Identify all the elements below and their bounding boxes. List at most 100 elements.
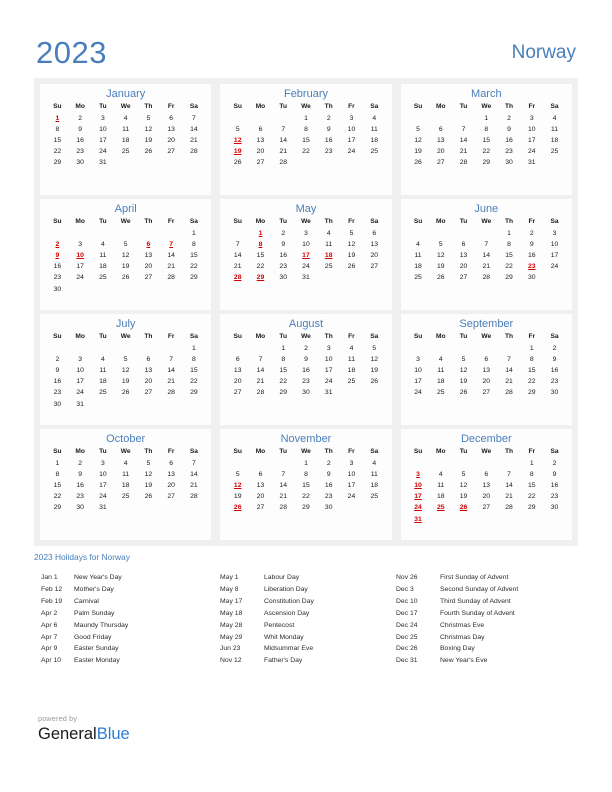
day-cell[interactable]: 1 [520,458,543,469]
day-cell[interactable]: 18 [543,135,566,146]
day-cell[interactable]: 15 [295,135,318,146]
day-cell[interactable]: 21 [272,146,295,157]
day-cell-holiday[interactable]: 26 [452,502,475,513]
day-cell[interactable]: 15 [249,250,272,261]
day-cell[interactable]: 31 [295,272,318,283]
day-cell[interactable]: 12 [137,469,160,480]
day-cell[interactable]: 9 [295,354,318,365]
day-cell[interactable]: 7 [272,469,295,480]
day-cell[interactable]: 8 [183,354,206,365]
day-cell[interactable]: 28 [160,272,183,283]
day-cell[interactable]: 20 [249,146,272,157]
day-cell[interactable]: 27 [475,387,498,398]
day-cell[interactable]: 30 [46,284,69,295]
day-cell[interactable]: 16 [498,135,521,146]
day-cell[interactable]: 13 [475,480,498,491]
day-cell[interactable]: 14 [272,480,295,491]
day-cell[interactable]: 11 [543,124,566,135]
day-cell[interactable]: 11 [340,354,363,365]
day-cell[interactable]: 18 [429,491,452,502]
day-cell[interactable]: 20 [160,480,183,491]
day-cell-holiday[interactable]: 18 [317,250,340,261]
day-cell[interactable]: 30 [317,502,340,513]
day-cell[interactable]: 10 [317,354,340,365]
day-cell[interactable]: 22 [46,491,69,502]
day-cell[interactable]: 16 [520,250,543,261]
day-cell[interactable]: 29 [520,387,543,398]
day-cell[interactable]: 21 [475,261,498,272]
day-cell[interactable]: 8 [498,239,521,250]
day-cell[interactable]: 20 [137,261,160,272]
day-cell[interactable]: 26 [137,146,160,157]
day-cell-holiday[interactable]: 10 [407,480,430,491]
day-cell[interactable]: 27 [137,272,160,283]
day-cell[interactable]: 23 [295,376,318,387]
day-cell[interactable]: 16 [543,365,566,376]
day-cell[interactable]: 2 [317,458,340,469]
day-cell[interactable]: 22 [520,376,543,387]
day-cell[interactable]: 29 [520,502,543,513]
day-cell[interactable]: 3 [407,354,430,365]
day-cell-holiday[interactable]: 10 [69,250,92,261]
day-cell[interactable]: 15 [475,135,498,146]
day-cell[interactable]: 20 [137,376,160,387]
day-cell[interactable]: 8 [46,469,69,480]
day-cell[interactable]: 2 [272,228,295,239]
day-cell[interactable]: 20 [475,376,498,387]
day-cell[interactable]: 2 [317,113,340,124]
day-cell[interactable]: 22 [498,261,521,272]
day-cell[interactable]: 13 [226,365,249,376]
day-cell[interactable]: 11 [429,480,452,491]
day-cell[interactable]: 20 [226,376,249,387]
day-cell[interactable]: 27 [137,387,160,398]
day-cell[interactable]: 6 [363,228,386,239]
day-cell[interactable]: 9 [498,124,521,135]
day-cell[interactable]: 2 [498,113,521,124]
day-cell[interactable]: 25 [363,491,386,502]
day-cell[interactable]: 17 [317,365,340,376]
day-cell[interactable]: 10 [340,469,363,480]
day-cell[interactable]: 18 [429,376,452,387]
day-cell[interactable]: 11 [92,250,115,261]
day-cell[interactable]: 15 [520,480,543,491]
day-cell[interactable]: 13 [249,135,272,146]
day-cell[interactable]: 27 [160,146,183,157]
day-cell[interactable]: 4 [363,113,386,124]
day-cell[interactable]: 6 [475,469,498,480]
day-cell[interactable]: 12 [340,239,363,250]
day-cell-holiday[interactable]: 17 [295,250,318,261]
day-cell[interactable]: 10 [92,124,115,135]
day-cell[interactable]: 14 [498,480,521,491]
day-cell[interactable]: 25 [363,146,386,157]
day-cell[interactable]: 24 [92,491,115,502]
day-cell[interactable]: 7 [183,113,206,124]
day-cell[interactable]: 12 [407,135,430,146]
day-cell[interactable]: 17 [520,135,543,146]
day-cell[interactable]: 24 [295,261,318,272]
day-cell[interactable]: 16 [46,376,69,387]
day-cell[interactable]: 4 [114,113,137,124]
day-cell[interactable]: 11 [407,250,430,261]
day-cell[interactable]: 11 [363,124,386,135]
day-cell[interactable]: 29 [272,387,295,398]
day-cell[interactable]: 20 [249,491,272,502]
day-cell[interactable]: 10 [407,365,430,376]
day-cell[interactable]: 30 [520,272,543,283]
day-cell[interactable]: 11 [92,365,115,376]
day-cell[interactable]: 13 [363,239,386,250]
day-cell[interactable]: 16 [295,365,318,376]
day-cell[interactable]: 7 [272,124,295,135]
day-cell[interactable]: 22 [272,376,295,387]
day-cell[interactable]: 24 [520,146,543,157]
day-cell[interactable]: 5 [226,124,249,135]
day-cell[interactable]: 9 [520,239,543,250]
day-cell[interactable]: 29 [46,157,69,168]
day-cell-holiday[interactable]: 12 [226,480,249,491]
day-cell[interactable]: 8 [475,124,498,135]
day-cell[interactable]: 14 [249,365,272,376]
day-cell[interactable]: 9 [317,124,340,135]
day-cell[interactable]: 10 [92,469,115,480]
day-cell[interactable]: 7 [183,458,206,469]
day-cell[interactable]: 4 [363,458,386,469]
day-cell[interactable]: 31 [69,399,92,410]
